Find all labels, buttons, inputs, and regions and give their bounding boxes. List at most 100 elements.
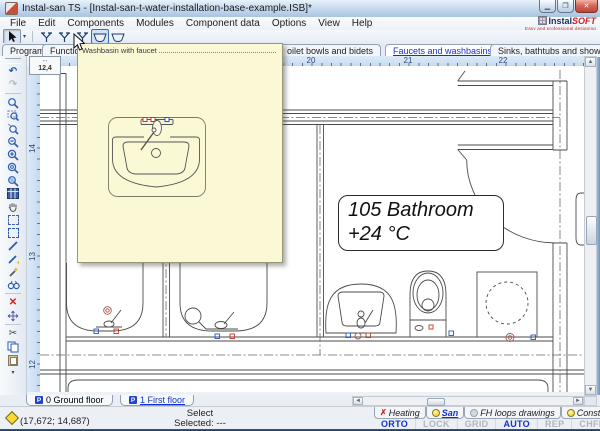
ruler-origin-box: ↔ 12,4 <box>29 56 61 75</box>
faucet-icon <box>58 31 71 43</box>
horizontal-scrollbar[interactable]: ◄ ► <box>352 396 584 406</box>
vruler-label: 12 <box>28 358 37 371</box>
tab-ground-floor[interactable]: P 0 Ground floor <box>26 395 113 406</box>
zoom-window-button[interactable] <box>3 109 23 122</box>
layer-tab-fh-loops[interactable]: FH loops drawings <box>464 407 561 419</box>
title-bar[interactable]: Instal-san TS - [Instal-san-t-water-inst… <box>0 0 600 18</box>
toolbar-divider <box>5 93 21 94</box>
redo-button[interactable]: ↷ <box>3 78 23 91</box>
layer-tab-construction[interactable]: Construction <box>561 407 600 419</box>
cursor-coordinates: (17,672; 14,687) <box>20 416 90 427</box>
hruler-label: 21 <box>404 56 413 65</box>
menu-components[interactable]: Components <box>61 18 130 29</box>
cut-button[interactable]: ✂ <box>3 327 23 340</box>
scroll-down-button[interactable]: ▼ <box>585 385 596 395</box>
toggle-chfr[interactable]: CHFR <box>572 419 600 429</box>
zoom-in-button[interactable] <box>3 148 23 161</box>
toolbar-divider <box>5 293 21 294</box>
x-icon: ✗ <box>380 409 387 417</box>
menu-view[interactable]: View <box>312 18 346 29</box>
washbasin-icon <box>111 31 125 43</box>
layer-tab-san[interactable]: San <box>426 407 465 419</box>
app-icon <box>5 2 18 15</box>
undo-button[interactable]: ↶ <box>3 65 23 78</box>
status-selected: Selected: --- <box>130 418 270 429</box>
toggle-lock[interactable]: LOCK <box>416 419 458 429</box>
delete-button[interactable]: ✕ <box>3 296 23 309</box>
minimize-button[interactable]: ▁ <box>539 0 556 13</box>
washbasin-button[interactable] <box>109 29 127 44</box>
scroll-up-button[interactable]: ▲ <box>585 57 596 67</box>
zoom-scale-button[interactable]: % <box>3 174 23 187</box>
tooltip-dotted-rule <box>159 52 276 53</box>
menu-modules[interactable]: Modules <box>130 18 180 29</box>
toolbar-separator <box>32 31 33 42</box>
draw-line-button[interactable] <box>3 239 23 252</box>
ruler-origin-icon: ↔ <box>30 57 60 65</box>
tab-sinks-bathtubs-showers[interactable]: Sinks, bathtubs and showers <box>490 44 600 56</box>
select-area-button[interactable] <box>3 213 23 226</box>
menu-component-data[interactable]: Component data <box>180 18 266 29</box>
faucet-tool-button-1[interactable] <box>37 29 55 44</box>
scroll-right-button[interactable]: ► <box>573 397 583 405</box>
room-label[interactable]: 105 Bathroom +24 °C <box>338 195 504 251</box>
magic-wand-button[interactable]: ✦ <box>3 265 23 278</box>
bathtub-2[interactable] <box>180 263 267 331</box>
layer-tab-strip: ✗Heating San FH loops drawings Construct… <box>374 407 600 419</box>
hscroll-thumb[interactable] <box>427 398 445 406</box>
zoom-button[interactable] <box>3 96 23 109</box>
component-toolbar: ▾ <box>0 30 600 43</box>
toggle-rep[interactable]: REP <box>538 419 572 429</box>
faucet-tool-button-2[interactable] <box>55 29 73 44</box>
tab-faucets-and-washbasins[interactable]: Faucets and washbasins <box>385 44 500 56</box>
toggle-auto[interactable]: AUTO <box>496 419 538 429</box>
svg-text:✦: ✦ <box>13 266 19 274</box>
washbasin-with-faucet-button[interactable] <box>91 29 109 44</box>
component-tooltip: Washbasin with faucet <box>77 43 283 263</box>
select-tool-dropdown[interactable]: ▾ <box>21 30 28 43</box>
app-window: Instal-san TS - [Instal-san-t-water-inst… <box>0 0 600 431</box>
move-button[interactable] <box>3 309 23 322</box>
find-button[interactable] <box>3 278 23 291</box>
menu-help[interactable]: Help <box>346 18 379 29</box>
toolbar-grip[interactable] <box>5 58 21 64</box>
pan-button[interactable] <box>3 200 23 213</box>
dashed-rect-icon <box>8 228 19 238</box>
bathtub-1[interactable] <box>67 263 144 331</box>
tab-toilet-bowls-and-bidets[interactable]: oilet bowls and bidets <box>279 44 381 56</box>
table-view-button[interactable] <box>3 187 23 200</box>
menu-options[interactable]: Options <box>266 18 312 29</box>
paste-button[interactable] <box>3 353 23 366</box>
room-temperature: +24 °C <box>348 222 503 246</box>
vertical-scrollbar[interactable]: ▲ ▼ <box>584 56 597 396</box>
plan-icon: P <box>129 396 137 404</box>
select-tool-button[interactable] <box>3 29 21 44</box>
scroll-left-button[interactable]: ◄ <box>353 397 363 405</box>
bulb-gray-icon <box>470 409 478 417</box>
toolbar-divider <box>5 324 21 325</box>
bulb-icon <box>567 409 575 417</box>
toggle-orto[interactable]: ORTO <box>374 419 416 429</box>
zoom-extents-button[interactable] <box>3 161 23 174</box>
vscroll-thumb[interactable] <box>586 216 597 245</box>
more-tools-arrow[interactable]: ▾ <box>3 366 23 379</box>
close-button[interactable]: ✕ <box>575 0 598 13</box>
tab-first-floor[interactable]: P 1 First floor <box>120 395 194 406</box>
select-area-add-button[interactable] <box>3 226 23 239</box>
copy-button[interactable] <box>3 340 23 353</box>
window-title: Instal-san TS - [Instal-san-t-water-inst… <box>22 3 312 14</box>
maximize-button[interactable]: ❐ <box>557 0 574 13</box>
menu-file[interactable]: File <box>4 18 32 29</box>
layer-tab-heating[interactable]: ✗Heating <box>374 407 426 419</box>
room-name: 105 Bathroom <box>348 198 503 222</box>
draw-auto-button[interactable]: ✦ <box>3 252 23 265</box>
zoom-out-button[interactable] <box>3 135 23 148</box>
menu-edit[interactable]: Edit <box>32 18 61 29</box>
toggle-grid[interactable]: GRID <box>458 419 497 429</box>
floor-tab-row: P 0 Ground floor P 1 First floor ◄ ► <box>0 395 600 406</box>
svg-text:✦: ✦ <box>16 259 19 265</box>
hruler-label: 22 <box>499 56 508 65</box>
vruler-label: 13 <box>28 250 37 263</box>
zoom-drag-button[interactable] <box>3 122 23 135</box>
edit-toolbar: ↶ ↷ % ✦ ✦ ✕ ✂ ▾ <box>0 56 27 395</box>
